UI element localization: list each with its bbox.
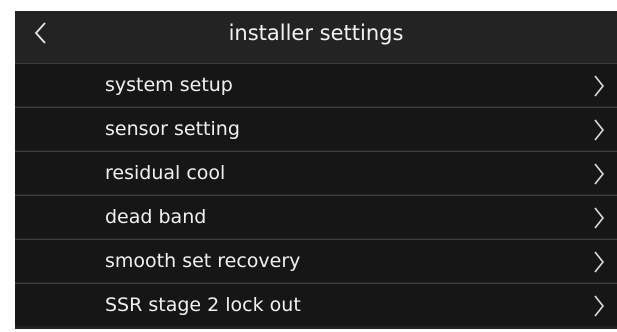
settings-menu: system setup sensor setting residual coo… <box>15 63 617 327</box>
chevron-right-icon <box>594 163 605 185</box>
menu-item-label: system setup <box>105 74 233 96</box>
menu-item-label: dead band <box>105 206 207 228</box>
menu-item-label: residual cool <box>105 162 226 184</box>
chevron-left-icon <box>34 22 46 44</box>
page-title: installer settings <box>228 21 404 45</box>
menu-item-residual-cool[interactable]: residual cool <box>15 151 617 194</box>
chevron-right-icon <box>594 207 605 229</box>
menu-item-smooth-set-recovery[interactable]: smooth set recovery <box>15 239 617 282</box>
chevron-right-icon <box>594 295 605 317</box>
installer-settings-screen: installer settings system setup sensor s… <box>15 11 617 329</box>
menu-item-label: smooth set recovery <box>105 250 301 272</box>
back-button[interactable] <box>15 11 67 57</box>
menu-item-ssr-stage-2-lock-out[interactable]: SSR stage 2 lock out <box>15 283 617 326</box>
menu-item-system-setup[interactable]: system setup <box>15 63 617 106</box>
menu-item-sensor-setting[interactable]: sensor setting <box>15 107 617 150</box>
chevron-right-icon <box>594 75 605 97</box>
header-bar: installer settings <box>15 11 617 57</box>
menu-item-dead-band[interactable]: dead band <box>15 195 617 238</box>
menu-item-label: sensor setting <box>105 118 240 140</box>
chevron-right-icon <box>594 119 605 141</box>
menu-item-label: SSR stage 2 lock out <box>105 294 301 316</box>
chevron-right-icon <box>594 251 605 273</box>
